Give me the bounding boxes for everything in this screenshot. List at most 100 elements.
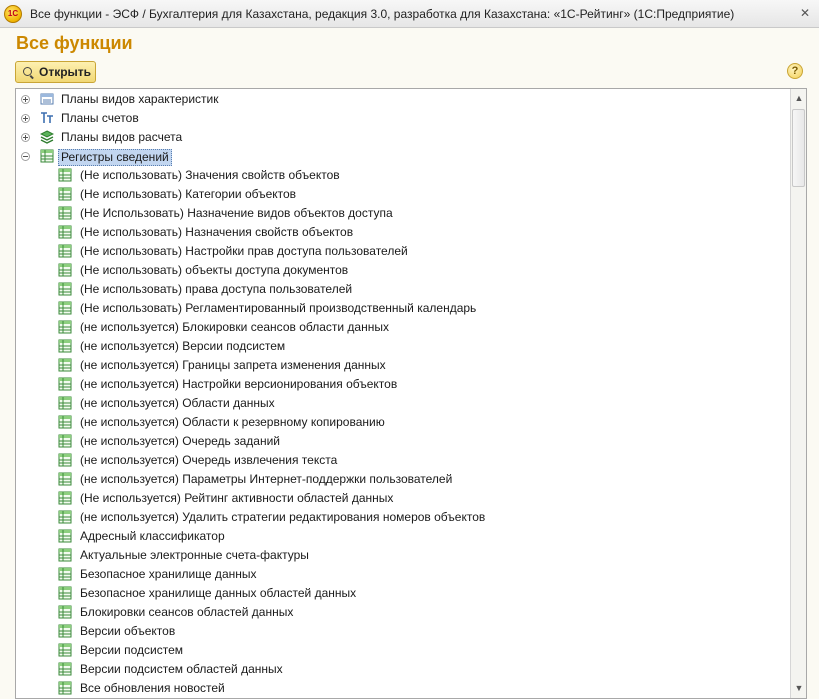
tree-child-item[interactable]: (не используется) Области к резервному к…: [16, 413, 788, 432]
tree-child-item[interactable]: Адресный классификатор: [16, 527, 788, 546]
tree-item[interactable]: Планы видов расчета: [16, 128, 788, 147]
tree-item-label: Планы счетов: [61, 111, 139, 125]
scroll-down-icon[interactable]: ▼: [792, 680, 806, 696]
information-register-icon: [58, 491, 72, 505]
information-register-icon: [58, 187, 72, 201]
tree-item-label: (не используется) Параметры Интернет-под…: [80, 472, 453, 486]
information-register-icon: [58, 434, 72, 448]
tree-item-label: (Не Использовать) Назначение видов объек…: [80, 206, 393, 220]
tree-child-item[interactable]: (Не использовать) Настройки прав доступа…: [16, 242, 788, 261]
tree-item-label: Безопасное хранилище данных: [80, 567, 257, 581]
tree-child-item[interactable]: Все обновления новостей: [16, 679, 788, 698]
chart-of-accounts-icon: [40, 111, 54, 125]
information-register-icon: [58, 339, 72, 353]
scroll-thumb[interactable]: [792, 109, 805, 187]
window-title: Все функции - ЭСФ / Бухгалтерия для Каза…: [30, 7, 735, 21]
expand-icon[interactable]: [21, 133, 30, 142]
close-button[interactable]: ✕: [797, 5, 813, 21]
tree-child-item[interactable]: (не используется) Границы запрета измене…: [16, 356, 788, 375]
tree-item-label: (не используется) Области данных: [80, 396, 275, 410]
tree-item-label: (Не использовать) Значения свойств объек…: [80, 168, 340, 182]
tree-item-label: Блокировки сеансов областей данных: [80, 605, 294, 619]
open-button[interactable]: Открыть: [15, 61, 96, 83]
vertical-scrollbar[interactable]: ▲ ▼: [790, 89, 806, 698]
information-register-icon: [58, 681, 72, 695]
tree-child-item[interactable]: (не используется) Очередь заданий: [16, 432, 788, 451]
collapse-icon[interactable]: [21, 152, 30, 161]
information-register-icon: [58, 244, 72, 258]
tree-child-item[interactable]: Версии подсистем областей данных: [16, 660, 788, 679]
tree-child-item[interactable]: Версии объектов: [16, 622, 788, 641]
tree-item-label: Версии подсистем областей данных: [80, 662, 283, 676]
tree-item[interactable]: Планы счетов: [16, 109, 788, 128]
information-register-icon: [58, 586, 72, 600]
tree-child-item[interactable]: Версии подсистем: [16, 641, 788, 660]
information-register-icon: [58, 548, 72, 562]
tree-item-label: Безопасное хранилище данных областей дан…: [80, 586, 357, 600]
page-title: Все функции: [16, 33, 133, 53]
tree-item[interactable]: Регистры сведений: [16, 147, 788, 166]
tree-child-item[interactable]: (Не использовать) Значения свойств объек…: [16, 166, 788, 185]
information-register-icon: [58, 643, 72, 657]
tree-item-label: (Не использовать) права доступа пользова…: [80, 282, 353, 296]
expand-icon[interactable]: [21, 95, 30, 104]
tree-child-item[interactable]: (Не использовать) объекты доступа докуме…: [16, 261, 788, 280]
information-register-icon: [58, 624, 72, 638]
tree-child-item[interactable]: Безопасное хранилище данных областей дан…: [16, 584, 788, 603]
information-register-icon: [58, 301, 72, 315]
tree-item-label: Версии подсистем: [80, 643, 183, 657]
tree-item-label: (Не использовать) Категории объектов: [80, 187, 297, 201]
tree-item-label: (не используется) Области к резервному к…: [80, 415, 385, 429]
information-register-icon: [58, 282, 72, 296]
tree-item-label: (не используется) Блокировки сеансов обл…: [80, 320, 389, 334]
tree-item-label: (Не использовать) Регламентированный про…: [80, 301, 477, 315]
open-button-label: Открыть: [39, 65, 92, 79]
tree-item-label: (не используется) Настройки версионирова…: [80, 377, 398, 391]
chart-of-calculation-types-icon: [39, 130, 55, 144]
tree-item-label: (Не использовать) Настройки прав доступа…: [80, 244, 408, 258]
tree-child-item[interactable]: (Не использовать) Назначения свойств объ…: [16, 223, 788, 242]
tree-item-label: (Не использовать) Назначения свойств объ…: [80, 225, 354, 239]
tree-child-item[interactable]: (Не использовать) Регламентированный про…: [16, 299, 788, 318]
tree-item-label: (не используется) Версии подсистем: [80, 339, 286, 353]
tree-item-label: Адресный классификатор: [80, 529, 225, 543]
information-register-icon: [58, 529, 72, 543]
tree-child-item[interactable]: Блокировки сеансов областей данных: [16, 603, 788, 622]
help-button[interactable]: ?: [787, 63, 803, 79]
tree-child-item[interactable]: (не используется) Версии подсистем: [16, 337, 788, 356]
information-register-icon: [58, 510, 72, 524]
tree-child-item[interactable]: (не используется) Параметры Интернет-под…: [16, 470, 788, 489]
information-register-icon: [58, 605, 72, 619]
information-register-icon: [58, 662, 72, 676]
tree-child-item[interactable]: (Не использовать) права доступа пользова…: [16, 280, 788, 299]
information-register-icon: [58, 377, 72, 391]
tree-child-item[interactable]: (Не используется) Рейтинг активности обл…: [16, 489, 788, 508]
tree-item-label: Все обновления новостей: [80, 681, 225, 695]
scroll-up-icon[interactable]: ▲: [792, 90, 806, 106]
expand-icon[interactable]: [21, 114, 30, 123]
information-register-icon: [58, 358, 72, 372]
tree-child-item[interactable]: (Не использовать) Категории объектов: [16, 185, 788, 204]
tree-child-item[interactable]: (не используется) Области данных: [16, 394, 788, 413]
search-icon: [23, 67, 32, 76]
information-register-icon: [58, 263, 72, 277]
information-register-icon: [58, 472, 72, 486]
chart-of-characteristics-icon: [40, 92, 54, 106]
tree-item[interactable]: Планы видов характеристик: [16, 90, 788, 109]
tree-child-item[interactable]: (не используется) Блокировки сеансов обл…: [16, 318, 788, 337]
tree-child-item[interactable]: (Не Использовать) Назначение видов объек…: [16, 204, 788, 223]
information-register-icon: [58, 453, 72, 467]
app-logo-icon: 1С: [4, 5, 22, 23]
information-register-icon: [58, 415, 72, 429]
tree-child-item[interactable]: (не используется) Настройки версионирова…: [16, 375, 788, 394]
information-register-icon: [58, 206, 72, 220]
tree-item-label: Планы видов характеристик: [61, 92, 219, 106]
tree-item-label: (не используется) Границы запрета измене…: [80, 358, 386, 372]
information-register-icon: [58, 567, 72, 581]
tree-child-item[interactable]: (не используется) Очередь извлечения тек…: [16, 451, 788, 470]
tree-child-item[interactable]: Безопасное хранилище данных: [16, 565, 788, 584]
tree-child-item[interactable]: Актуальные электронные счета-фактуры: [16, 546, 788, 565]
functions-tree: Планы видов характеристик Планы счетов Пла…: [15, 88, 807, 699]
window-titlebar: 1С Все функции - ЭСФ / Бухгалтерия для К…: [0, 0, 819, 28]
tree-child-item[interactable]: (не используется) Удалить стратегии реда…: [16, 508, 788, 527]
